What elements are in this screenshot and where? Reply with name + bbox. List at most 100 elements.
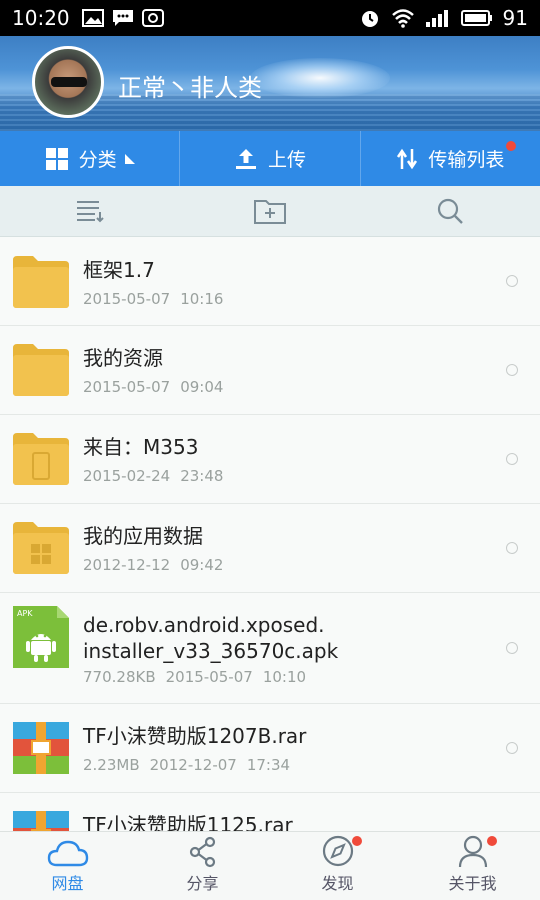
file-list: 框架1.7 2015-05-07 10:16 我的资源 2015-05-07 09:… — [0, 237, 540, 831]
file-row[interactable]: 我的资源 2015-05-07 09:04 — [0, 326, 540, 415]
compass-icon — [322, 835, 353, 867]
file-name-line2: installer_v33_36570c.apk — [83, 639, 339, 663]
file-name: de.robv.android.xposed. installer_v33_365… — [83, 612, 338, 664]
bottom-nav: 网盘 分享 发现 关于我 — [0, 831, 540, 900]
file-time: 23:48 — [180, 467, 224, 485]
select-radio[interactable] — [506, 364, 518, 376]
file-name: 我的资源 — [83, 346, 163, 370]
sort-icon — [77, 201, 104, 223]
file-meta: 770.28KB 2015-05-07 10:10 — [83, 668, 306, 686]
file-row[interactable]: APK de.robv.android.xposed. installer_v33… — [0, 593, 540, 704]
file-date: 2015-05-07 — [83, 290, 171, 308]
apk-file-icon: APK — [13, 606, 69, 668]
file-name: 来自：M353 — [83, 435, 199, 459]
new-folder-icon — [254, 200, 286, 224]
rar-archive-icon — [13, 722, 69, 774]
file-meta: 2015-05-07 09:04 — [83, 378, 223, 396]
file-name: TF小沫赞助版1125.rar — [83, 813, 293, 831]
search-icon — [437, 198, 463, 224]
file-row[interactable]: 我的应用数据 2012-12-12 09:42 — [0, 504, 540, 593]
file-meta: 2015-02-24 23:48 — [83, 467, 223, 485]
search-button[interactable] — [360, 186, 540, 236]
upload-button[interactable]: 上传 — [179, 131, 359, 186]
grid-icon — [45, 147, 68, 170]
status-time: 10:20 — [12, 6, 70, 30]
username[interactable]: 正常丶非人类 — [118, 68, 262, 103]
file-date: 2015-05-07 — [165, 668, 253, 686]
person-icon — [458, 835, 487, 868]
file-toolbar — [0, 186, 540, 237]
select-radio[interactable] — [506, 542, 518, 554]
file-name: 我的应用数据 — [83, 524, 203, 548]
file-meta: 2015-05-07 10:16 — [83, 290, 223, 308]
folder-icon — [13, 256, 69, 308]
nav-discover-label: 发现 — [321, 874, 354, 893]
select-radio[interactable] — [506, 742, 518, 754]
file-row[interactable]: TF小沫赞助版1125.rar — [0, 793, 540, 831]
file-time: 10:16 — [180, 290, 224, 308]
about-me-badge — [487, 836, 497, 846]
nav-netdisk[interactable]: 网盘 — [0, 832, 135, 900]
nav-discover[interactable]: 发现 — [270, 832, 405, 900]
file-date: 2015-05-07 — [83, 378, 171, 396]
file-date: 2015-02-24 — [83, 467, 171, 485]
nav-about-me-label: 关于我 — [448, 874, 497, 893]
share-icon — [189, 836, 215, 868]
file-size: 2.23MB — [83, 756, 140, 774]
nav-netdisk-label: 网盘 — [51, 874, 84, 893]
rar-archive-icon — [13, 811, 69, 831]
nav-about-me[interactable]: 关于我 — [405, 832, 540, 900]
category-label: 分类 — [78, 149, 117, 171]
upload-label: 上传 — [267, 149, 306, 171]
file-name-line1: de.robv.android.xposed. — [83, 613, 325, 637]
status-right: 91 — [359, 6, 528, 30]
file-row[interactable]: TF小沫赞助版1207B.rar 2.23MB 2012-12-07 17:34 — [0, 704, 540, 793]
file-time: 09:42 — [180, 556, 224, 574]
nav-share[interactable]: 分享 — [135, 832, 270, 900]
avatar[interactable] — [32, 46, 104, 118]
select-radio[interactable] — [506, 275, 518, 287]
dropdown-caret-icon — [124, 153, 135, 164]
file-row[interactable]: 框架1.7 2015-05-07 10:16 — [0, 237, 540, 326]
wifi-icon — [391, 9, 414, 28]
alarm-icon — [361, 11, 378, 27]
status-bar: 10:20 91 — [0, 0, 540, 36]
file-time: 10:10 — [262, 668, 307, 686]
file-date: 2012-12-07 — [149, 756, 237, 774]
avatar-glasses — [51, 77, 87, 87]
sort-button[interactable] — [0, 186, 180, 236]
message-icon — [112, 10, 133, 26]
new-folder-button[interactable] — [180, 186, 360, 236]
file-meta: 2012-12-12 09:42 — [83, 556, 223, 574]
file-time: 17:34 — [246, 756, 291, 774]
signal-icon — [425, 10, 448, 27]
file-date: 2012-12-12 — [83, 556, 171, 574]
discover-badge — [352, 836, 362, 846]
transfer-list-button[interactable]: 传输列表 — [359, 131, 540, 186]
file-row[interactable]: 来自：M353 2015-02-24 23:48 — [0, 415, 540, 504]
select-radio[interactable] — [506, 642, 518, 654]
apk-tag: APK — [17, 609, 33, 618]
app-icon — [141, 9, 164, 27]
select-radio[interactable] — [506, 453, 518, 465]
nav-share-label: 分享 — [186, 874, 219, 893]
file-meta: 2.23MB 2012-12-07 17:34 — [83, 756, 290, 774]
profile-header: 正常丶非人类 — [0, 36, 540, 131]
cloud-icon — [47, 840, 88, 867]
folder-icon — [13, 344, 69, 396]
category-button[interactable]: 分类 — [0, 131, 179, 186]
file-time: 09:04 — [180, 378, 224, 396]
transfer-badge — [505, 141, 516, 151]
image-icon — [81, 9, 104, 27]
apps-folder-icon — [13, 522, 69, 574]
upload-icon — [235, 148, 256, 169]
file-name: TF小沫赞助版1207B.rar — [83, 724, 307, 748]
transfer-list-label: 传输列表 — [428, 149, 505, 171]
transfer-icon — [397, 148, 418, 169]
device-folder-icon — [13, 433, 69, 485]
action-bar: 分类 上传 传输列表 — [0, 131, 540, 186]
battery-icon — [460, 10, 492, 26]
file-size: 770.28KB — [83, 668, 156, 686]
file-name: 框架1.7 — [83, 258, 155, 282]
header-background-sun — [250, 58, 390, 98]
